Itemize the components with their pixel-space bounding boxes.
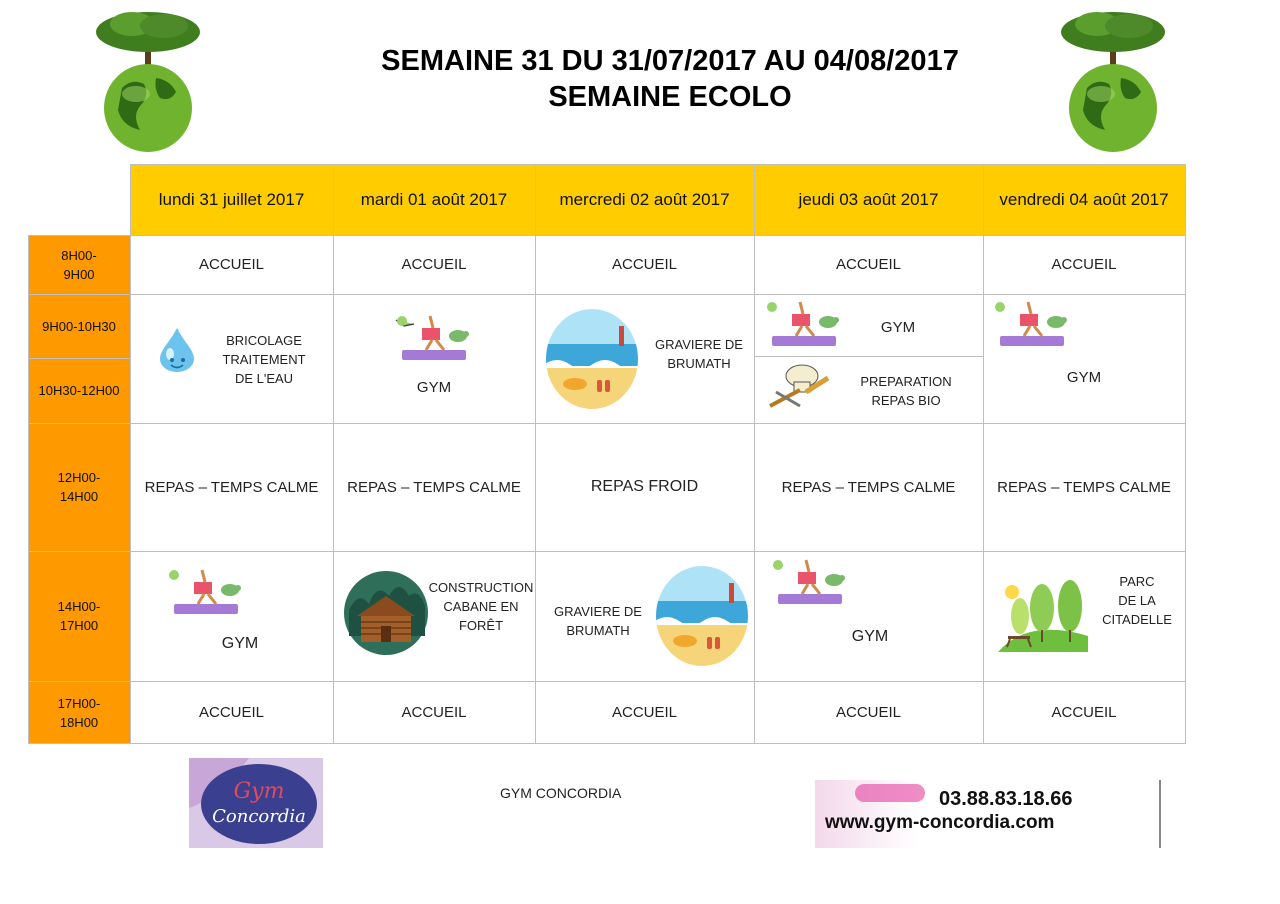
gym-kids-icon: [762, 298, 842, 350]
svg-text:Gym: Gym: [234, 779, 285, 804]
activity-gym-tuesday-morning: GYM: [416, 378, 452, 396]
activity-gym-friday-morning: GYM: [1066, 368, 1102, 386]
accueil-evening-friday: ACCUEIL: [1051, 704, 1117, 721]
accueil-evening-wednesday: ACCUEIL: [611, 704, 678, 721]
lunch-tuesday: REPAS – TEMPS CALME: [347, 478, 521, 496]
lunch-monday: REPAS – TEMPS CALME: [144, 478, 319, 496]
gym-kids-icon: [990, 298, 1070, 350]
gym-kids-icon: [768, 556, 848, 608]
contact-phone: 03.88.83.18.66: [939, 788, 1073, 810]
accueil-morning-monday: ACCUEIL: [198, 256, 265, 273]
beach-icon: [655, 565, 749, 667]
gym-concordia-logo: Gym Concordia: [189, 758, 323, 848]
accueil-morning-wednesday: ACCUEIL: [611, 256, 678, 273]
accueil-morning-friday: ACCUEIL: [1051, 256, 1117, 273]
beach-icon: [545, 308, 639, 410]
activity-parc-citadelle: PARC DE LA CITADELLE: [1102, 574, 1172, 627]
cooking-icon: [766, 362, 832, 412]
activity-graviere-afternoon: GRAVIERE DE BRUMATH: [554, 604, 642, 638]
gym-kids-icon: [392, 312, 472, 364]
lunch-thursday: REPAS – TEMPS CALME: [781, 478, 956, 496]
accueil-evening-monday: ACCUEIL: [198, 704, 265, 721]
footer-club-name: GYM CONCORDIA: [500, 785, 622, 801]
activity-gym-thursday-morning: GYM: [880, 318, 916, 336]
contact-website: www.gym-concordia.com: [825, 812, 1055, 833]
accueil-morning-thursday: ACCUEIL: [835, 256, 902, 273]
accueil-evening-thursday: ACCUEIL: [835, 704, 902, 721]
cabin-icon: [343, 570, 429, 656]
activity-gym-monday-afternoon: GYM: [221, 635, 259, 652]
activity-preparation-repas: PREPARATION REPAS BIO: [860, 374, 952, 408]
banner-decoration: [855, 784, 925, 802]
lunch-wednesday: REPAS FROID: [590, 478, 699, 495]
activity-construction-cabane: CONSTRUCTION CABANE EN FORÊT: [428, 580, 534, 633]
activity-bricolage: BRICOLAGE TRAITEMENT DE L'EAU: [222, 333, 306, 386]
lunch-friday: REPAS – TEMPS CALME: [997, 478, 1171, 496]
accueil-evening-tuesday: ACCUEIL: [401, 704, 467, 721]
park-icon: [998, 578, 1088, 652]
activity-gym-thursday-afternoon: GYM: [851, 628, 889, 645]
accueil-morning-tuesday: ACCUEIL: [401, 256, 467, 273]
water-drop-icon: [152, 324, 202, 374]
svg-text:Concordia: Concordia: [212, 806, 306, 827]
activity-graviere-morning: GRAVIERE DE BRUMATH: [655, 337, 743, 371]
contact-banner: 03.88.83.18.66 www.gym-concordia.com: [815, 780, 1161, 848]
gym-kids-icon: [164, 566, 244, 618]
